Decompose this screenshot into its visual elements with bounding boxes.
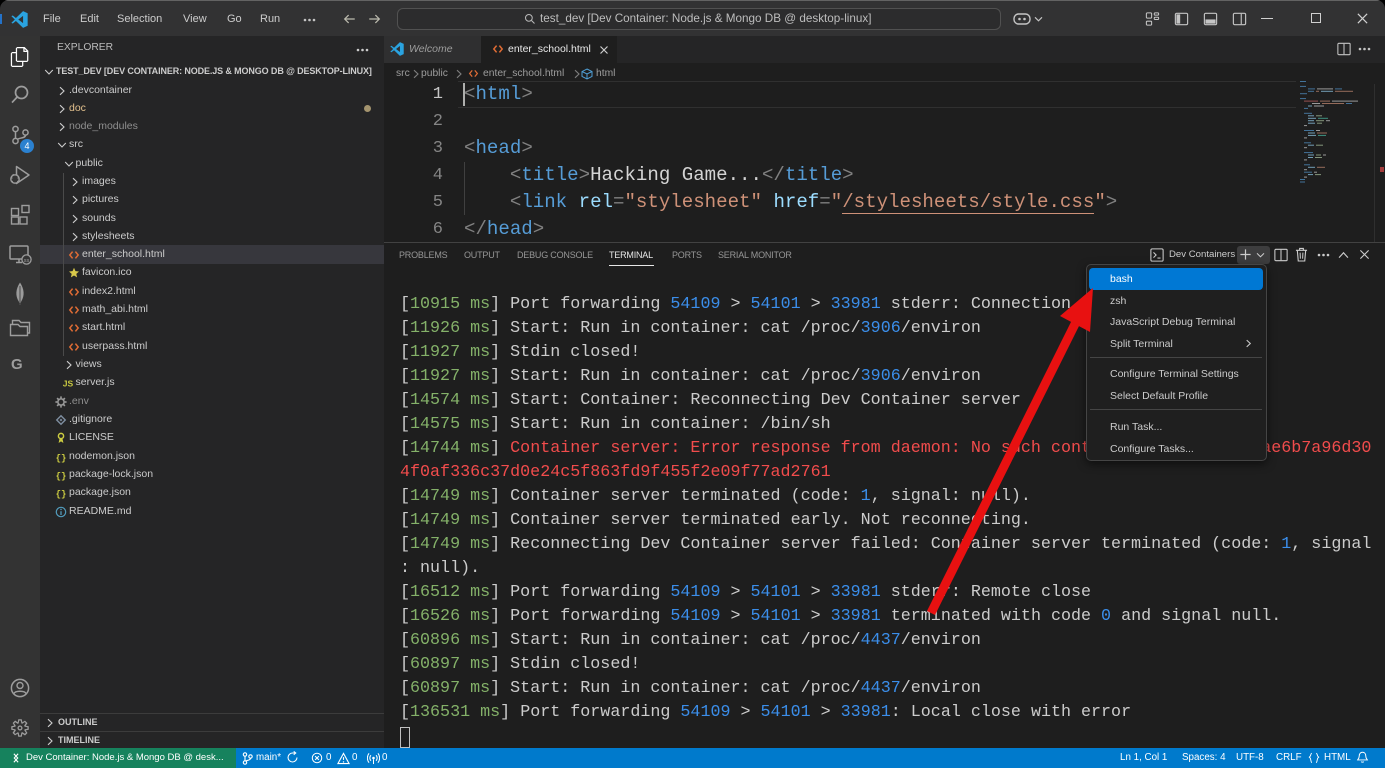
svg-text:{}: {} xyxy=(56,454,67,463)
svg-text:ss: ss xyxy=(24,258,30,264)
svg-text:JS: JS xyxy=(62,378,73,388)
svg-text:{}: {} xyxy=(56,490,67,499)
svg-text:{}: {} xyxy=(56,472,67,481)
